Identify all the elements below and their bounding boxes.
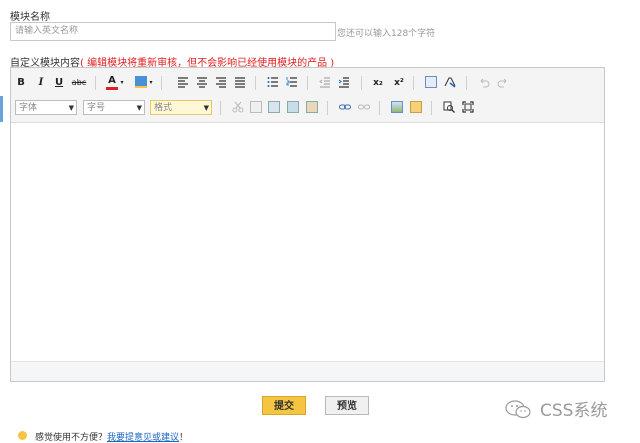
bullet-list-icon[interactable] xyxy=(267,76,279,88)
paste-text-icon[interactable] xyxy=(287,101,299,113)
media-icon[interactable] xyxy=(410,101,422,113)
rich-text-editor: B I U abc A ▾ ▾ x₂ x² 字体 ▼ 字号 ▼ 格式 ▼ xyxy=(10,67,605,382)
toolbar-separator xyxy=(466,76,467,90)
module-name-hint: 您还可以输入128个字符 xyxy=(337,29,436,39)
numbered-list-icon[interactable] xyxy=(286,76,298,88)
toolbar-separator xyxy=(327,101,328,115)
font-size-value: 字号 xyxy=(87,103,106,113)
bold-button[interactable]: B xyxy=(15,75,27,91)
chevron-down-icon: ▼ xyxy=(136,104,142,112)
chevron-down-icon[interactable]: ▾ xyxy=(119,75,125,91)
indent-icon[interactable] xyxy=(338,76,350,88)
format-select[interactable]: 格式 ▼ xyxy=(150,100,212,115)
toolbar-separator xyxy=(307,76,308,90)
toolbar-separator xyxy=(361,76,362,90)
source-code-icon[interactable] xyxy=(425,76,437,88)
chevron-down-icon: ▼ xyxy=(203,104,209,112)
italic-button[interactable]: I xyxy=(35,75,47,91)
toolbar-separator xyxy=(413,76,414,90)
lightbulb-icon xyxy=(18,431,27,440)
watermark-text: CSS系统 xyxy=(540,401,608,421)
highlight-color-icon[interactable] xyxy=(135,76,147,88)
font-color-button[interactable]: A xyxy=(106,75,118,90)
unlink-icon[interactable] xyxy=(358,101,370,113)
module-name-label: 模块名称 xyxy=(10,12,50,23)
editor-status-bar xyxy=(11,361,604,381)
align-justify-icon[interactable] xyxy=(234,76,246,88)
search-icon[interactable] xyxy=(443,101,455,113)
strikethrough-button[interactable]: abc xyxy=(71,75,87,91)
toolbar-separator xyxy=(95,76,96,90)
undo-icon[interactable] xyxy=(478,76,490,88)
feedback-row: 感觉使用不方便？我要提意见或建议！ xyxy=(35,430,188,443)
wechat-logo-icon xyxy=(505,400,531,419)
paste-icon[interactable] xyxy=(268,101,280,113)
cut-icon[interactable] xyxy=(232,101,244,113)
feedback-suffix: ！ xyxy=(179,433,189,443)
font-size-select[interactable]: 字号 ▼ xyxy=(83,100,145,115)
image-icon[interactable] xyxy=(391,101,403,113)
editor-toolbar: B I U abc A ▾ ▾ x₂ x² 字体 ▼ 字号 ▼ 格式 ▼ xyxy=(11,68,604,123)
subscript-button[interactable]: x₂ xyxy=(371,75,385,91)
redo-icon[interactable] xyxy=(497,76,509,88)
fullscreen-icon[interactable] xyxy=(462,101,474,113)
paste-word-icon[interactable] xyxy=(306,101,318,113)
clear-format-icon[interactable] xyxy=(444,76,456,88)
underline-button[interactable]: U xyxy=(53,75,65,91)
link-icon[interactable] xyxy=(339,101,351,113)
align-right-icon[interactable] xyxy=(215,76,227,88)
font-family-value: 字体 xyxy=(19,103,38,113)
copy-icon[interactable] xyxy=(250,101,262,113)
toolbar-separator xyxy=(161,76,162,90)
font-family-select[interactable]: 字体 ▼ xyxy=(15,100,77,115)
align-left-icon[interactable] xyxy=(177,76,189,88)
toolbar-separator xyxy=(220,101,221,115)
toolbar-separator xyxy=(379,101,380,115)
toolbar-separator xyxy=(431,101,432,115)
align-center-icon[interactable] xyxy=(196,76,208,88)
editor-content-area[interactable] xyxy=(11,123,604,363)
feedback-text: 感觉使用不方便？ xyxy=(35,433,108,443)
outdent-icon[interactable] xyxy=(319,76,331,88)
submit-button[interactable]: 提交 xyxy=(262,396,306,415)
left-accent-bar xyxy=(0,96,3,122)
module-name-input[interactable]: 请输入英文名称 xyxy=(10,22,336,41)
chevron-down-icon[interactable]: ▾ xyxy=(148,75,154,91)
toolbar-separator xyxy=(255,76,256,90)
format-value: 格式 xyxy=(154,103,173,113)
feedback-link[interactable]: 我要提意见或建议 xyxy=(107,433,179,443)
preview-button[interactable]: 预览 xyxy=(325,396,369,415)
chevron-down-icon: ▼ xyxy=(68,104,74,112)
superscript-button[interactable]: x² xyxy=(392,75,406,91)
